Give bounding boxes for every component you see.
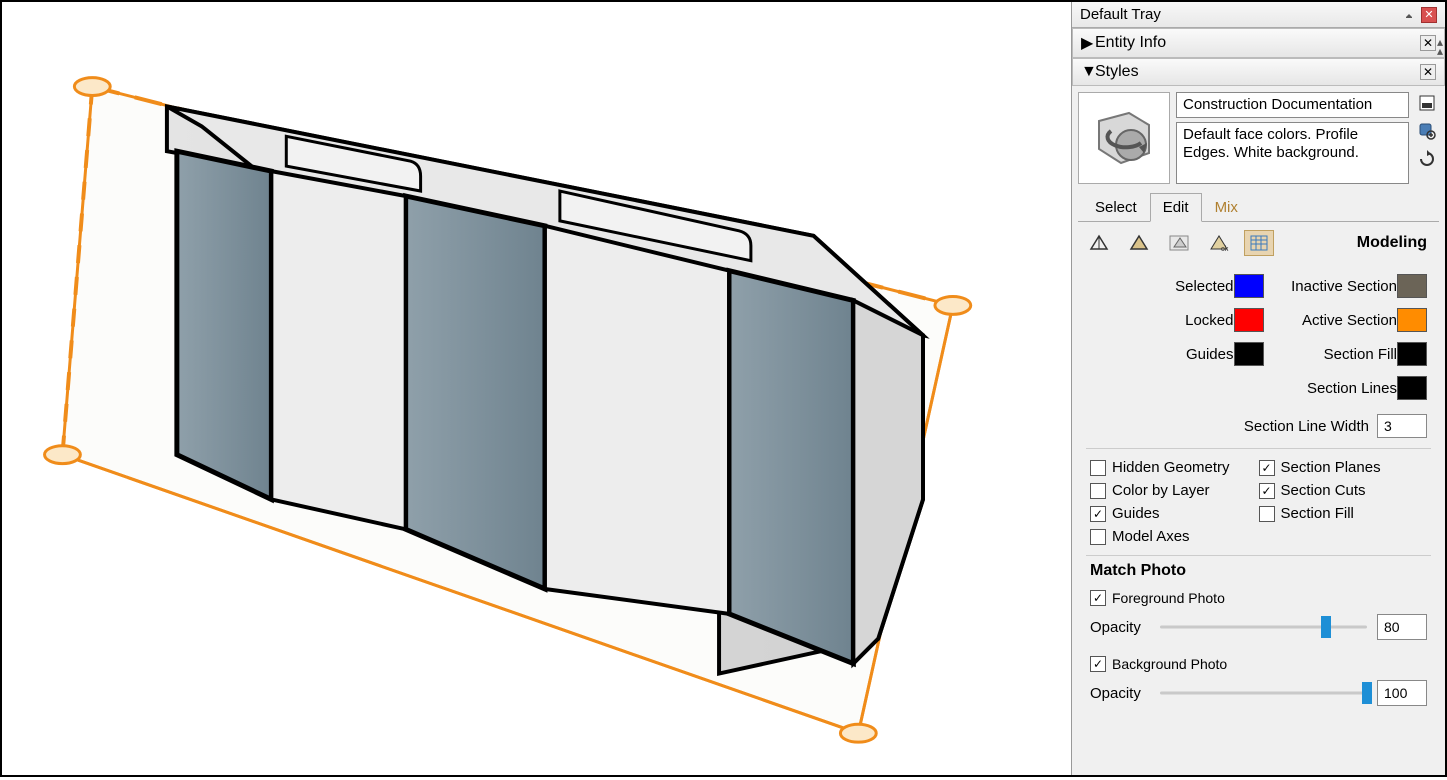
guides-checkbox[interactable]: ✓Guides	[1090, 505, 1259, 522]
background-opacity-label: Opacity	[1090, 685, 1150, 702]
watermark-settings-button[interactable]: ok	[1204, 230, 1234, 256]
style-thumbnail[interactable]	[1078, 92, 1170, 184]
style-name-input[interactable]: Construction Documentation	[1176, 92, 1409, 118]
modeling-color-grid: Selected Inactive Section Locked Active …	[1078, 264, 1439, 414]
background-photo-checkbox[interactable]: ✓Background Photo	[1078, 652, 1439, 676]
foreground-opacity-input[interactable]	[1377, 614, 1427, 640]
section-lines-color-swatch[interactable]	[1397, 376, 1427, 400]
inactive-section-label: Inactive Section	[1272, 278, 1398, 295]
modeling-heading: Modeling	[1357, 234, 1433, 252]
section-fill-color-swatch[interactable]	[1397, 342, 1427, 366]
close-icon[interactable]: ✕	[1421, 7, 1437, 23]
block-opening-3	[729, 271, 853, 664]
style-create-button[interactable]	[1417, 121, 1437, 141]
visibility-checkboxes: Hidden Geometry ✓Section Planes Color by…	[1078, 449, 1439, 555]
section-cuts-checkbox[interactable]: ✓Section Cuts	[1259, 482, 1428, 499]
tab-select[interactable]: Select	[1082, 193, 1150, 222]
section-grip[interactable]	[840, 724, 876, 742]
guides-label: Guides	[1108, 346, 1234, 363]
section-grip[interactable]	[74, 78, 110, 96]
style-description-input[interactable]: Default face colors. Profile Edges. Whit…	[1176, 122, 1409, 184]
panel-entity-info-header[interactable]: ▶ Entity Info ✕	[1072, 28, 1445, 58]
panel-styles-title: Styles	[1095, 63, 1420, 81]
background-opacity-slider[interactable]	[1160, 681, 1367, 705]
section-fill-label: Section Fill	[1272, 346, 1398, 363]
block-opening-1	[177, 151, 272, 499]
model-axes-checkbox[interactable]: Model Axes	[1090, 528, 1259, 545]
selected-label: Selected	[1108, 278, 1234, 295]
foreground-opacity-slider[interactable]	[1160, 615, 1367, 639]
locked-label: Locked	[1108, 312, 1234, 329]
section-line-width-label: Section Line Width	[1244, 418, 1369, 435]
expand-arrow-icon: ▶	[1081, 33, 1095, 53]
collapse-arrow-icon: ▼	[1081, 63, 1095, 81]
active-section-color-swatch[interactable]	[1397, 308, 1427, 332]
foreground-opacity-label: Opacity	[1090, 619, 1150, 636]
tray-title: Default Tray	[1080, 6, 1397, 23]
viewport-svg	[2, 2, 1071, 775]
hidden-geometry-checkbox[interactable]: Hidden Geometry	[1090, 459, 1259, 476]
style-display-options-button[interactable]	[1417, 93, 1437, 113]
section-planes-checkbox[interactable]: ✓Section Planes	[1259, 459, 1428, 476]
section-grip[interactable]	[935, 296, 971, 314]
tray-collapse-chevrons[interactable]: ▴ ▴	[1437, 38, 1443, 55]
background-opacity-input[interactable]	[1377, 680, 1427, 706]
svg-text:ok: ok	[1221, 246, 1229, 253]
section-line-width-input[interactable]	[1377, 414, 1427, 438]
block-right-face	[853, 300, 923, 663]
block-pier-2	[545, 226, 729, 614]
block-opening-2	[406, 196, 545, 589]
panel-close-icon[interactable]: ✕	[1420, 35, 1436, 51]
panel-styles-header[interactable]: ▼ Styles ✕	[1072, 58, 1445, 86]
section-lines-label: Section Lines	[1272, 380, 1398, 397]
tray-header[interactable]: Default Tray ✕	[1072, 2, 1445, 28]
tab-edit[interactable]: Edit	[1150, 193, 1202, 222]
modeling-settings-button[interactable]	[1244, 230, 1274, 256]
viewport-3d[interactable]	[2, 2, 1071, 775]
panel-close-icon[interactable]: ✕	[1420, 64, 1436, 80]
selected-color-swatch[interactable]	[1234, 274, 1264, 298]
guides-color-swatch[interactable]	[1234, 342, 1264, 366]
face-settings-button[interactable]	[1124, 230, 1154, 256]
match-photo-heading: Match Photo	[1078, 556, 1439, 586]
background-settings-button[interactable]	[1164, 230, 1194, 256]
pin-icon[interactable]	[1401, 7, 1417, 23]
edit-subtoolbar: ok Modeling	[1078, 222, 1439, 264]
edge-settings-button[interactable]	[1084, 230, 1114, 256]
style-update-button[interactable]	[1417, 149, 1437, 169]
locked-color-swatch[interactable]	[1234, 308, 1264, 332]
foreground-photo-checkbox[interactable]: ✓Foreground Photo	[1078, 586, 1439, 610]
section-fill-checkbox[interactable]: Section Fill	[1259, 505, 1428, 522]
section-grip[interactable]	[45, 446, 81, 464]
styles-tabs: Select Edit Mix	[1078, 192, 1439, 222]
color-by-layer-checkbox[interactable]: Color by Layer	[1090, 482, 1259, 499]
active-section-label: Active Section	[1272, 312, 1398, 329]
default-tray: Default Tray ✕ ▴ ▴ ▶ Entity Info ✕ ▼ Sty…	[1071, 2, 1445, 775]
tab-mix[interactable]: Mix	[1202, 193, 1251, 222]
panel-entity-info-title: Entity Info	[1095, 34, 1420, 52]
inactive-section-color-swatch[interactable]	[1397, 274, 1427, 298]
block-pier-1	[271, 171, 405, 529]
styles-panel-body: Construction Documentation Default face …	[1072, 86, 1445, 720]
chevron-up-icon: ▴	[1437, 47, 1443, 55]
